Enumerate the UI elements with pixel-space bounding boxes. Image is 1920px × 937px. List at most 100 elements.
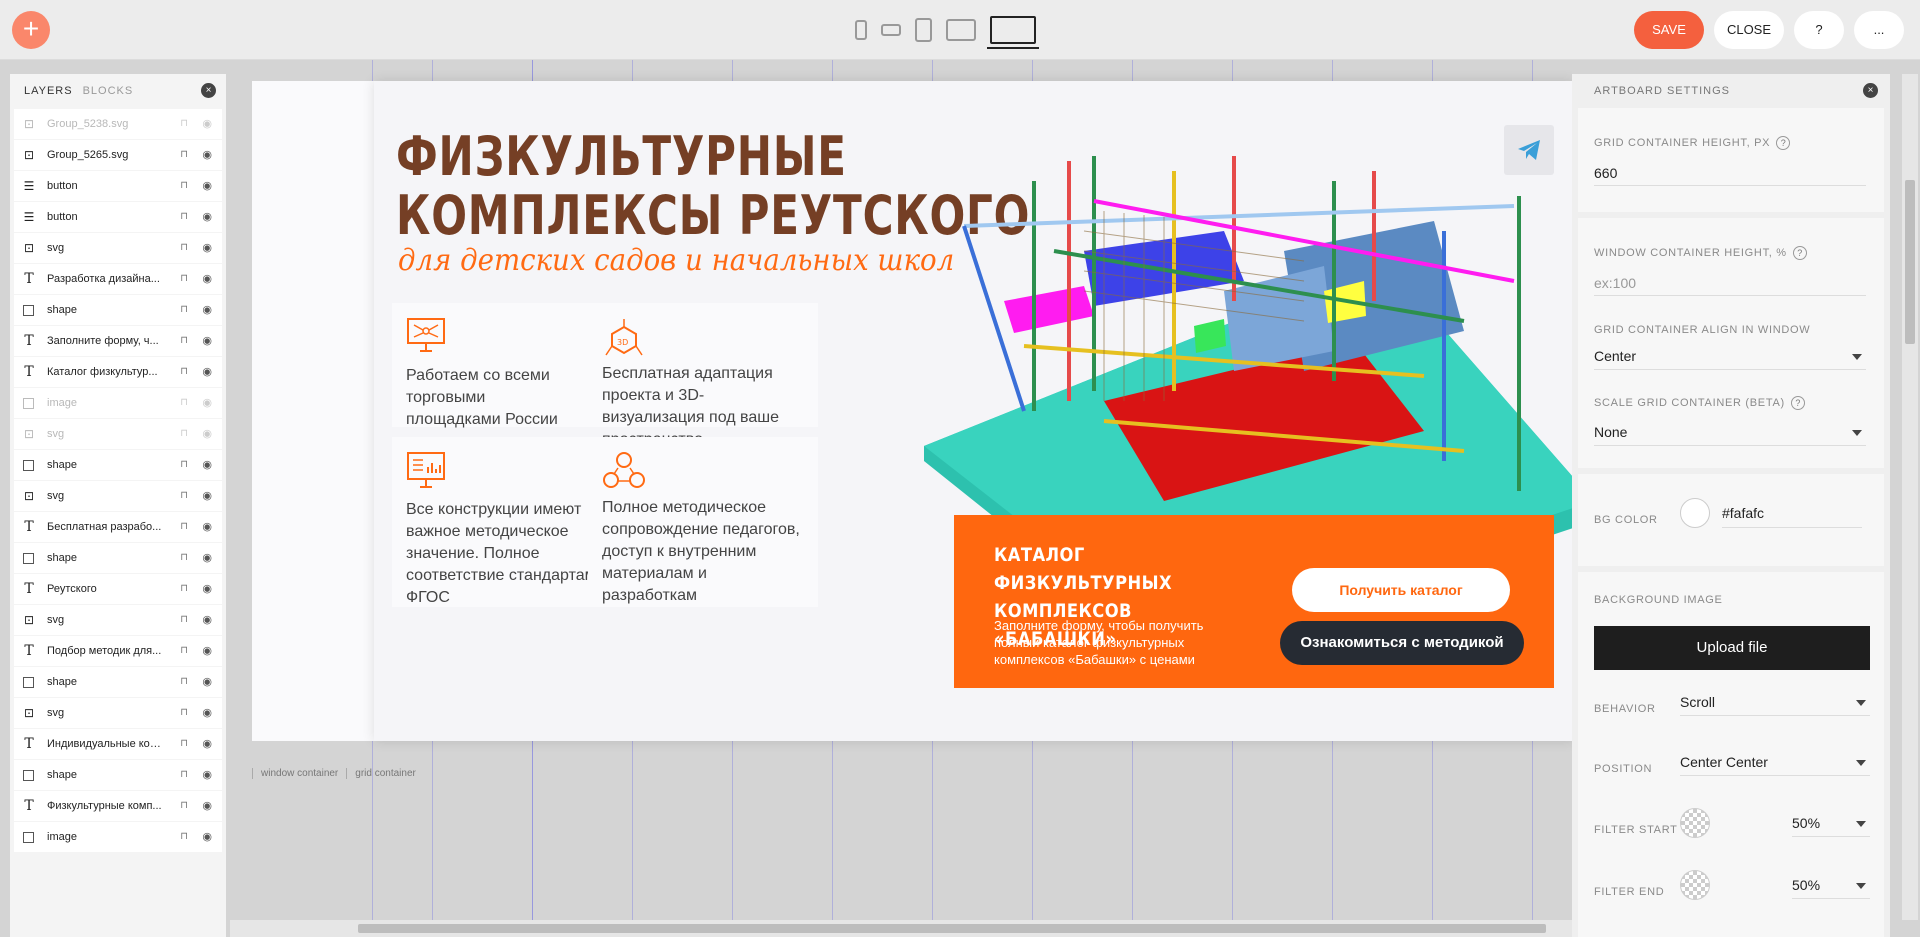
filter-start-select[interactable]: 50% bbox=[1792, 809, 1870, 837]
layer-row[interactable]: ⊡ svg ⊓ ◉ bbox=[14, 605, 222, 635]
bg-color-swatch[interactable] bbox=[1680, 498, 1710, 528]
eye-icon[interactable]: ◉ bbox=[202, 241, 212, 254]
horizontal-scrollbar[interactable] bbox=[230, 920, 1572, 937]
hero-subtitle[interactable]: для детских садов и начальных школ bbox=[398, 243, 954, 278]
eye-icon[interactable]: ◉ bbox=[202, 644, 212, 657]
eye-icon[interactable]: ◉ bbox=[202, 303, 212, 316]
lock-icon[interactable]: ⊓ bbox=[180, 459, 188, 470]
phone-landscape-icon[interactable] bbox=[881, 24, 901, 36]
behavior-select[interactable]: Scroll bbox=[1680, 688, 1870, 716]
lock-icon[interactable]: ⊓ bbox=[180, 428, 188, 439]
vertical-scrollbar[interactable] bbox=[1902, 74, 1918, 920]
position-select[interactable]: Center Center bbox=[1680, 748, 1870, 776]
phone-portrait-icon[interactable] bbox=[855, 20, 867, 40]
layer-row[interactable]: T Каталог физкультур... ⊓ ◉ bbox=[14, 357, 222, 387]
layer-row[interactable]: ☰ button ⊓ ◉ bbox=[14, 202, 222, 232]
get-catalog-button[interactable]: Получить каталог bbox=[1292, 568, 1510, 612]
eye-icon[interactable]: ◉ bbox=[202, 551, 212, 564]
grid-container-label[interactable]: grid container bbox=[346, 768, 424, 779]
filter-end-select[interactable]: 50% bbox=[1792, 871, 1870, 899]
layer-row[interactable]: shape ⊓ ◉ bbox=[14, 295, 222, 325]
lock-icon[interactable]: ⊓ bbox=[180, 521, 188, 532]
eye-icon[interactable]: ◉ bbox=[202, 799, 212, 812]
eye-icon[interactable]: ◉ bbox=[202, 179, 212, 192]
telegram-button[interactable] bbox=[1504, 125, 1554, 175]
eye-icon[interactable]: ◉ bbox=[202, 706, 212, 719]
window-container-label[interactable]: window container bbox=[252, 768, 346, 779]
lock-icon[interactable]: ⊓ bbox=[180, 738, 188, 749]
eye-icon[interactable]: ◉ bbox=[202, 675, 212, 688]
layer-row[interactable]: ⊡ svg ⊓ ◉ bbox=[14, 481, 222, 511]
eye-icon[interactable]: ◉ bbox=[202, 272, 212, 285]
layer-row[interactable]: shape ⊓ ◉ bbox=[14, 543, 222, 573]
lock-icon[interactable]: ⊓ bbox=[180, 800, 188, 811]
layer-row[interactable]: ⊡ svg ⊓ ◉ bbox=[14, 698, 222, 728]
eye-icon[interactable]: ◉ bbox=[202, 737, 212, 750]
tablet-portrait-icon[interactable] bbox=[915, 18, 932, 42]
lock-icon[interactable]: ⊓ bbox=[180, 180, 188, 191]
layer-row[interactable]: shape ⊓ ◉ bbox=[14, 450, 222, 480]
catalog-text[interactable]: Заполните форму, чтобы получить полный к… bbox=[994, 617, 1234, 668]
tab-blocks[interactable]: BLOCKS bbox=[83, 85, 134, 97]
lock-icon[interactable]: ⊓ bbox=[180, 831, 188, 842]
lock-icon[interactable]: ⊓ bbox=[180, 552, 188, 563]
eye-icon[interactable]: ◉ bbox=[202, 117, 212, 130]
layer-row[interactable]: image ⊓ ◉ bbox=[14, 822, 222, 852]
window-height-input[interactable]: ex:100 bbox=[1594, 270, 1866, 296]
lock-icon[interactable]: ⊓ bbox=[180, 273, 188, 284]
add-block-button[interactable]: + bbox=[12, 11, 50, 49]
lock-icon[interactable]: ⊓ bbox=[180, 118, 188, 129]
eye-icon[interactable]: ◉ bbox=[202, 365, 212, 378]
feature-card[interactable]: 3D Бесплатная адаптация проекта и 3D-виз… bbox=[588, 303, 818, 448]
lock-icon[interactable]: ⊓ bbox=[180, 366, 188, 377]
align-select[interactable]: Center bbox=[1594, 342, 1866, 370]
layer-row[interactable]: ⊡ Group_5265.svg ⊓ ◉ bbox=[14, 140, 222, 170]
eye-icon[interactable]: ◉ bbox=[202, 830, 212, 843]
lock-icon[interactable]: ⊓ bbox=[180, 490, 188, 501]
eye-icon[interactable]: ◉ bbox=[202, 613, 212, 626]
eye-icon[interactable]: ◉ bbox=[202, 427, 212, 440]
lock-icon[interactable]: ⊓ bbox=[180, 614, 188, 625]
lock-icon[interactable]: ⊓ bbox=[180, 645, 188, 656]
feature-card[interactable]: Полное методическое сопровождение педаго… bbox=[588, 437, 818, 607]
close-layers-icon[interactable]: × bbox=[201, 83, 216, 98]
lock-icon[interactable]: ⊓ bbox=[180, 397, 188, 408]
view-methodology-button[interactable]: Ознакомиться с методикой bbox=[1280, 621, 1524, 665]
layer-row[interactable]: T Физкультурные комп... ⊓ ◉ bbox=[14, 791, 222, 821]
layer-row[interactable]: T Подбор методик для... ⊓ ◉ bbox=[14, 636, 222, 666]
lock-icon[interactable]: ⊓ bbox=[180, 304, 188, 315]
eye-icon[interactable]: ◉ bbox=[202, 334, 212, 347]
layer-row[interactable]: T Разработка дизайна... ⊓ ◉ bbox=[14, 264, 222, 294]
lock-icon[interactable]: ⊓ bbox=[180, 242, 188, 253]
lock-icon[interactable]: ⊓ bbox=[180, 335, 188, 346]
help-icon[interactable]: ? bbox=[1792, 246, 1807, 260]
horizontal-scrollbar-thumb[interactable] bbox=[358, 924, 1546, 933]
layer-row[interactable]: ⊡ Group_5238.svg ⊓ ◉ bbox=[14, 109, 222, 139]
layer-row[interactable]: image ⊓ ◉ bbox=[14, 388, 222, 418]
lock-icon[interactable]: ⊓ bbox=[180, 707, 188, 718]
lock-icon[interactable]: ⊓ bbox=[180, 149, 188, 160]
layer-row[interactable]: shape ⊓ ◉ bbox=[14, 667, 222, 697]
eye-icon[interactable]: ◉ bbox=[202, 582, 212, 595]
layer-row[interactable]: T Реутского ⊓ ◉ bbox=[14, 574, 222, 604]
eye-icon[interactable]: ◉ bbox=[202, 520, 212, 533]
eye-icon[interactable]: ◉ bbox=[202, 489, 212, 502]
lock-icon[interactable]: ⊓ bbox=[180, 676, 188, 687]
layer-row[interactable]: ⊡ svg ⊓ ◉ bbox=[14, 419, 222, 449]
layer-row[interactable]: ⊡ svg ⊓ ◉ bbox=[14, 233, 222, 263]
bg-color-input[interactable]: #fafafc bbox=[1722, 498, 1862, 528]
close-button[interactable]: CLOSE bbox=[1714, 11, 1784, 49]
grid-container[interactable]: ФИЗКУЛЬТУРНЫЕ КОМПЛЕКСЫ РЕУТСКОГО для де… bbox=[374, 81, 1572, 741]
layer-row[interactable]: shape ⊓ ◉ bbox=[14, 760, 222, 790]
filter-end-color-swatch[interactable] bbox=[1680, 870, 1710, 900]
layer-row[interactable]: T Бесплатная разрабо... ⊓ ◉ bbox=[14, 512, 222, 542]
grid-height-input[interactable]: 660 bbox=[1594, 160, 1866, 186]
layer-row[interactable]: ☰ button ⊓ ◉ bbox=[14, 171, 222, 201]
tab-layers[interactable]: LAYERS bbox=[24, 85, 73, 97]
help-icon[interactable]: ? bbox=[1776, 136, 1791, 150]
lock-icon[interactable]: ⊓ bbox=[180, 583, 188, 594]
layer-row[interactable]: T Индивидуальные кон... ⊓ ◉ bbox=[14, 729, 222, 759]
eye-icon[interactable]: ◉ bbox=[202, 458, 212, 471]
artboard[interactable]: ФИЗКУЛЬТУРНЫЕ КОМПЛЕКСЫ РЕУТСКОГО для де… bbox=[252, 81, 1572, 741]
vertical-scrollbar-thumb[interactable] bbox=[1905, 180, 1915, 344]
